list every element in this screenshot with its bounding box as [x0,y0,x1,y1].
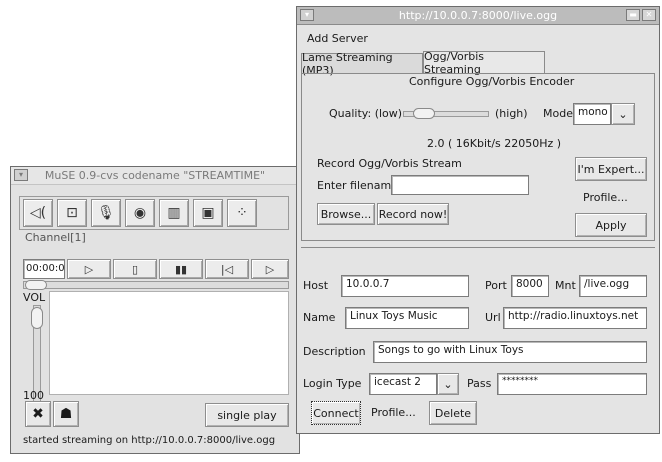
position-slider-thumb[interactable] [25,280,47,290]
login-type-dropdown-button[interactable]: ⌄ [437,373,459,395]
mnt-input[interactable]: /live.ogg [579,275,647,297]
login-type-label: Login Type [303,377,362,390]
channel-label: Channel[1] [25,231,86,244]
minimize-icon[interactable]: ▬ [626,9,640,21]
next-icon: ▷ [265,262,275,276]
play-icon: ▷ [84,262,94,276]
connect-button[interactable]: Connect [311,401,361,425]
quality-info: 2.0 ( 16Kbit/s 22050Hz ) [427,137,562,150]
window-menu-icon[interactable]: ▾ [14,169,28,181]
quality-high-label: (high) [495,107,528,120]
stop-button[interactable]: ▯ [113,259,157,279]
stream-window: ▾ http://10.0.0.7:8000/live.ogg ▬ ✕ Add … [296,6,660,434]
prev-button[interactable]: |◁ [205,259,249,279]
muse-title: MuSE 0.9-cvs codename "STREAMTIME" [44,169,266,182]
time-display: 00:00:00 [23,259,65,279]
profile-server-button[interactable]: Profile... [371,406,416,419]
disc-icon[interactable]: ◉ [125,199,155,227]
password-input[interactable]: ******** [497,373,647,395]
mode-dropdown-button[interactable]: ⌄ [611,103,635,125]
port-input[interactable]: 8000 [511,275,549,297]
pass-label: Pass [467,377,492,390]
window-menu-icon[interactable]: ▾ [300,9,314,21]
description-input[interactable]: Songs to go with Linux Toys [373,341,647,363]
delete-button[interactable]: Delete [429,401,477,425]
muse-window: ▾ MuSE 0.9-cvs codename "STREAMTIME" ◁( … [10,166,300,454]
expert-button[interactable]: I'm Expert... [575,157,647,181]
stop-icon: ▯ [131,262,139,276]
mnt-label: Mnt [555,279,576,292]
tab-lame-mp3[interactable]: Lame Streaming (MP3) [301,51,423,77]
enter-filename-label: Enter filename [317,179,398,192]
muse-titlebar[interactable]: ▾ MuSE 0.9-cvs codename "STREAMTIME" [11,167,299,185]
stream-title: http://10.0.0.7:8000/live.ogg [398,9,558,22]
configure-title: Configure Ogg/Vorbis Encoder [409,75,575,88]
chevron-down-icon: ⌄ [443,377,453,391]
playlist-area[interactable] [49,291,289,395]
window-icon[interactable]: ⊡ [57,199,87,227]
microphone-icon[interactable]: 🎙 [91,199,121,227]
position-slider[interactable] [23,281,289,289]
pause-icon: ▮▮ [174,262,188,276]
previous-icon: |◁ [220,262,234,276]
record-now-button[interactable]: Record now! [377,203,449,225]
settings-icon: ☗ [59,406,73,422]
grid-icon[interactable]: ⁘ [227,199,257,227]
filename-input[interactable] [391,175,529,195]
next-button[interactable]: ▷ [251,259,289,279]
equalizer-icon[interactable]: ▥ [159,199,189,227]
volume-slider-thumb[interactable] [31,307,43,329]
status-bar: started streaming on http://10.0.0.7:800… [23,435,276,446]
play-mode-button[interactable]: single play [205,403,289,427]
record-label: Record Ogg/Vorbis Stream [317,157,462,170]
description-label: Description [303,345,366,358]
name-label: Name [303,311,336,324]
tab-ogg-vorbis[interactable]: Ogg/Vorbis Streaming [423,50,545,76]
browse-button[interactable]: Browse... [317,203,375,225]
pause-button[interactable]: ▮▮ [159,259,203,279]
profile-label[interactable]: Profile... [583,191,628,204]
stream-titlebar[interactable]: ▾ http://10.0.0.7:8000/live.ogg ▬ ✕ [297,7,659,25]
settings-button[interactable]: ☗ [53,401,79,427]
name-input[interactable]: Linux Toys Music [345,307,469,329]
url-label: Url [485,311,501,324]
close-icon[interactable]: ✕ [642,9,656,21]
add-server-menu[interactable]: Add Server [307,32,368,45]
mode-select[interactable]: mono [573,103,611,125]
close-icon: ✖ [32,406,44,422]
server-panel [301,247,655,427]
chevron-down-icon: ⌄ [618,107,628,121]
document-icon[interactable]: ▣ [193,199,223,227]
apply-button[interactable]: Apply [575,213,647,237]
vol-label: VOL [23,291,46,304]
host-input[interactable]: 10.0.0.7 [341,275,469,297]
play-button[interactable]: ▷ [67,259,111,279]
host-label: Host [303,279,329,292]
quality-slider-thumb[interactable] [413,108,435,119]
port-label: Port [485,279,507,292]
mode-label: Mode [543,107,573,120]
url-input[interactable]: http://radio.linuxtoys.net [503,307,647,329]
quality-low-label: Quality: (low) [329,107,403,120]
login-type-select[interactable]: icecast 2 [369,373,437,395]
close-channel-button[interactable]: ✖ [25,401,51,427]
speaker-icon[interactable]: ◁( [23,199,53,227]
